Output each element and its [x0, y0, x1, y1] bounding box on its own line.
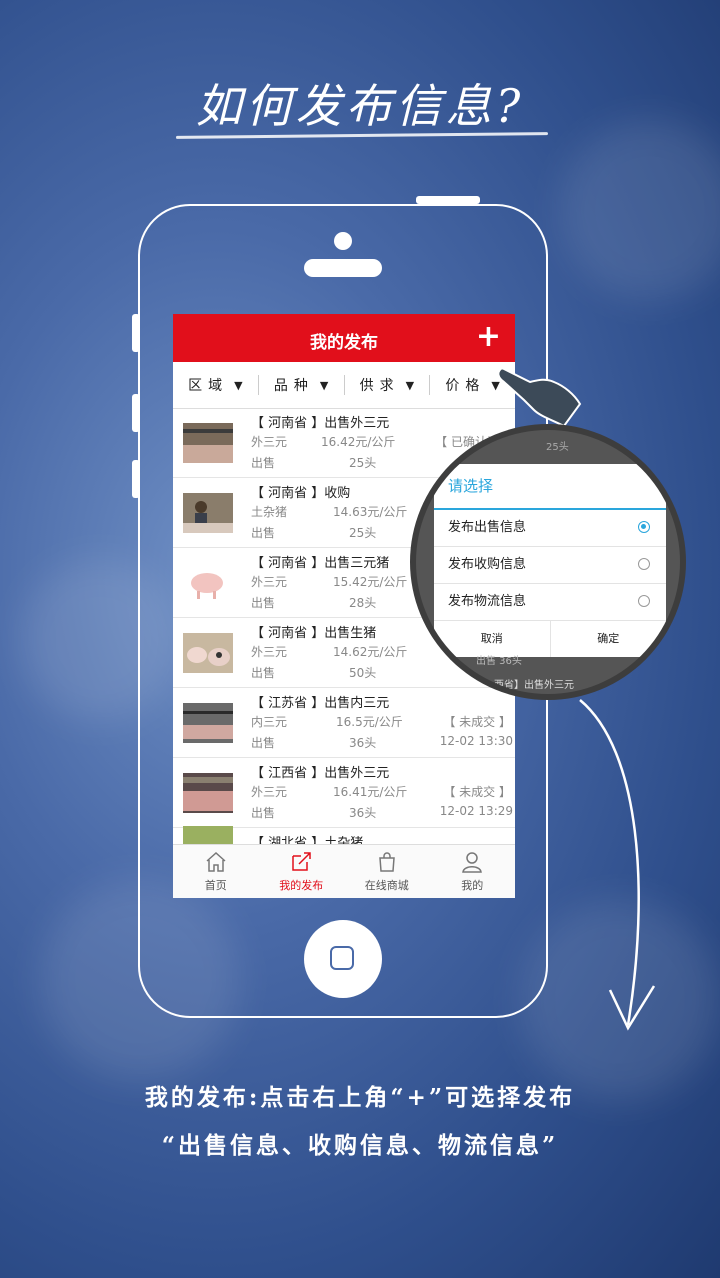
pig-photo — [183, 703, 233, 743]
listing-status: 【 未成交 】 — [443, 715, 511, 729]
tab-online-shop[interactable]: 在线商城 — [344, 845, 430, 898]
list-item[interactable]: 【 江西省 】出售外三元 外三元 16.41元/公斤 【 未成交 】 出售 36… — [173, 758, 515, 828]
pointing-hand-icon — [497, 366, 582, 428]
listing-type: 出售 — [251, 456, 276, 470]
caption-line-2: “出售信息、收购信息、物流信息” — [161, 1132, 559, 1159]
filter-supply-demand[interactable]: 供求 ▼ — [345, 375, 431, 395]
listing-type: 出售 — [251, 806, 276, 820]
peek-text: 出售 36头 — [476, 656, 522, 667]
list-item[interactable]: 【 江苏省 】出售内三元 内三元 16.5元/公斤 【 未成交 】 出售 36头… — [173, 688, 515, 758]
listing-count: 28头 — [349, 596, 377, 610]
listing-title: 【 河南省 】出售生猪 — [251, 626, 377, 641]
listing-time: 12-02 13:29 — [439, 804, 513, 818]
filter-label: 品种 — [273, 378, 314, 394]
dropdown-arrow-icon: ▼ — [405, 378, 415, 392]
listing-breed: 外三元 — [251, 645, 288, 659]
peek-text: 25头 — [546, 442, 569, 453]
magnifier-callout: 25头 请选择 发布出售信息 发布收购信息 发布物流信息 取消 确定 出售 36… — [416, 430, 680, 694]
option-label: 发布出售信息 — [448, 520, 527, 535]
phone-camera — [334, 232, 352, 250]
listing-price: 16.42元/公斤 — [321, 435, 396, 449]
listing-title: 【 河南省 】出售外三元 — [251, 416, 390, 431]
tab-label: 我的发布 — [279, 879, 324, 892]
dialog-title: 请选择 — [434, 464, 666, 510]
tab-home[interactable]: 首页 — [173, 845, 259, 898]
listing-title: 【 河南省 】收购 — [251, 486, 351, 501]
caption-line-1: 我的发布:点击右上角“+”可选择发布 — [144, 1084, 576, 1111]
radio-icon[interactable] — [638, 595, 650, 607]
select-dialog: 请选择 发布出售信息 发布收购信息 发布物流信息 取消 确定 — [434, 464, 666, 657]
listing-count: 25头 — [349, 526, 377, 540]
filter-region[interactable]: 区域 ▼ — [173, 375, 259, 395]
listing-type: 出售 — [251, 736, 276, 750]
listing-price: 14.62元/公斤 — [333, 645, 408, 659]
listing-title: 【 河南省 】出售三元猪 — [251, 556, 390, 571]
phone-home-button[interactable] — [304, 920, 382, 998]
radio-icon[interactable] — [638, 558, 650, 570]
listing-title: 【 江西省 】出售外三元 — [251, 766, 390, 781]
headline: 如何发布信息? — [195, 79, 525, 133]
phone-power-button — [416, 196, 480, 204]
listing-breed: 外三元 — [251, 575, 288, 589]
dropdown-arrow-icon: ▼ — [234, 378, 243, 392]
peek-text: 西省】出售外三元 — [494, 680, 574, 691]
filter-label: 供求 — [359, 378, 400, 394]
option-label: 发布收购信息 — [448, 557, 527, 572]
option-purchase[interactable]: 发布收购信息 — [434, 547, 666, 584]
pig-photo — [183, 633, 233, 673]
app-header: 我的发布 + — [173, 314, 515, 362]
listing-type: 出售 — [251, 596, 276, 610]
filter-breed[interactable]: 品种 ▼ — [259, 375, 345, 395]
listing-breed: 外三元 — [251, 435, 288, 449]
tab-my-publish[interactable]: 我的发布 — [259, 845, 345, 898]
listing-count: 36头 — [349, 736, 377, 750]
listing-count: 50头 — [349, 666, 377, 680]
page-title: 我的发布 — [310, 333, 378, 353]
shop-bag-icon — [378, 852, 395, 872]
listing-price: 16.41元/公斤 — [333, 785, 408, 799]
listing-breed: 内三元 — [251, 715, 288, 729]
filter-bar: 区域 ▼ 品种 ▼ 供求 ▼ 价格 ▼ — [173, 362, 515, 409]
listing-price: 16.5元/公斤 — [336, 715, 403, 729]
listing-price: 14.63元/公斤 — [333, 505, 408, 519]
listing-count: 25头 — [349, 456, 377, 470]
tab-label: 首页 — [204, 879, 227, 892]
listing-price: 15.42元/公斤 — [333, 575, 408, 589]
dropdown-arrow-icon: ▼ — [319, 378, 329, 392]
add-button[interactable]: + — [476, 320, 501, 354]
tab-mine[interactable]: 我的 — [430, 845, 516, 898]
listing-time: 12-02 13:30 — [439, 734, 513, 748]
pig-photo — [183, 773, 233, 813]
pig-photo — [183, 493, 233, 533]
publish-icon — [292, 852, 311, 871]
pig-photo — [183, 563, 233, 603]
tab-label: 我的 — [461, 879, 484, 892]
pig-photo — [183, 423, 233, 463]
option-sell[interactable]: 发布出售信息 — [434, 510, 666, 547]
listing-breed: 土杂猪 — [251, 505, 288, 519]
user-icon — [462, 852, 483, 873]
option-logistics[interactable]: 发布物流信息 — [434, 584, 666, 621]
listing-status: 【 未成交 】 — [443, 785, 511, 799]
radio-selected-icon[interactable] — [638, 521, 650, 533]
listing-breed: 外三元 — [251, 785, 288, 799]
home-icon — [206, 851, 226, 872]
option-label: 发布物流信息 — [448, 594, 527, 609]
listing-title: 【 江苏省 】出售内三元 — [251, 696, 390, 711]
confirm-button[interactable]: 确定 — [551, 621, 667, 657]
tab-label: 在线商城 — [364, 879, 409, 892]
listing-type: 出售 — [251, 526, 276, 540]
filter-label: 区域 — [188, 378, 229, 394]
phone-speaker — [304, 259, 382, 277]
listing-type: 出售 — [251, 666, 276, 680]
curved-arrow-icon — [579, 699, 656, 1031]
bottom-tab-bar: 首页 我的发布 在线商城 我的 — [173, 844, 515, 898]
filter-label: 价格 — [445, 378, 486, 394]
listing-count: 36头 — [349, 806, 377, 820]
